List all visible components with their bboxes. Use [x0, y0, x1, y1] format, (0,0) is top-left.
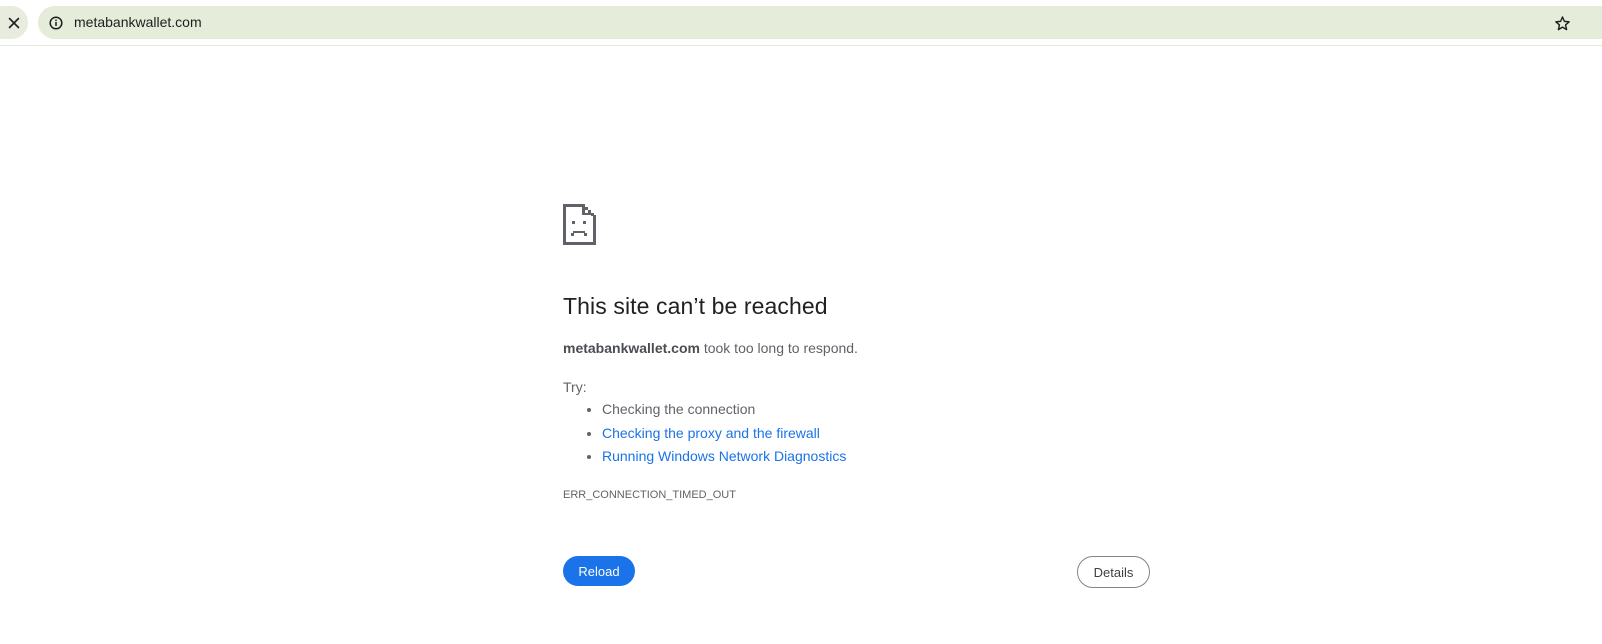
browser-toolbar: metabankwallet.com [0, 0, 1602, 46]
details-button[interactable]: Details [1077, 556, 1150, 588]
address-bar[interactable]: metabankwallet.com [38, 6, 1602, 39]
stop-loading-button[interactable] [0, 6, 28, 39]
suggestion-text: Checking the connection [602, 401, 756, 417]
error-code: ERR_CONNECTION_TIMED_OUT [563, 489, 736, 501]
suggestion-run-diagnostics: Running Windows Network Diagnostics [602, 445, 846, 469]
suggestion-list: Checking the connection Checking the pro… [563, 398, 846, 469]
error-host: metabankwallet.com [563, 340, 700, 356]
suggestion-check-proxy: Checking the proxy and the firewall [602, 422, 846, 446]
check-proxy-link[interactable]: Checking the proxy and the firewall [602, 425, 820, 441]
url-text[interactable]: metabankwallet.com [74, 14, 202, 31]
suggestion-check-connection: Checking the connection [602, 398, 846, 422]
reload-button[interactable]: Reload [563, 556, 635, 586]
error-summary: metabankwallet.com took too long to resp… [563, 338, 858, 358]
star-icon[interactable] [1553, 14, 1571, 32]
try-label: Try: [563, 379, 587, 395]
network-diagnostics-link[interactable]: Running Windows Network Diagnostics [602, 448, 846, 464]
error-title: This site can’t be reached [563, 293, 828, 319]
sad-page-icon [563, 204, 596, 245]
info-icon[interactable] [48, 15, 63, 30]
error-summary-text: took too long to respond. [699, 340, 858, 356]
close-icon [8, 17, 20, 28]
